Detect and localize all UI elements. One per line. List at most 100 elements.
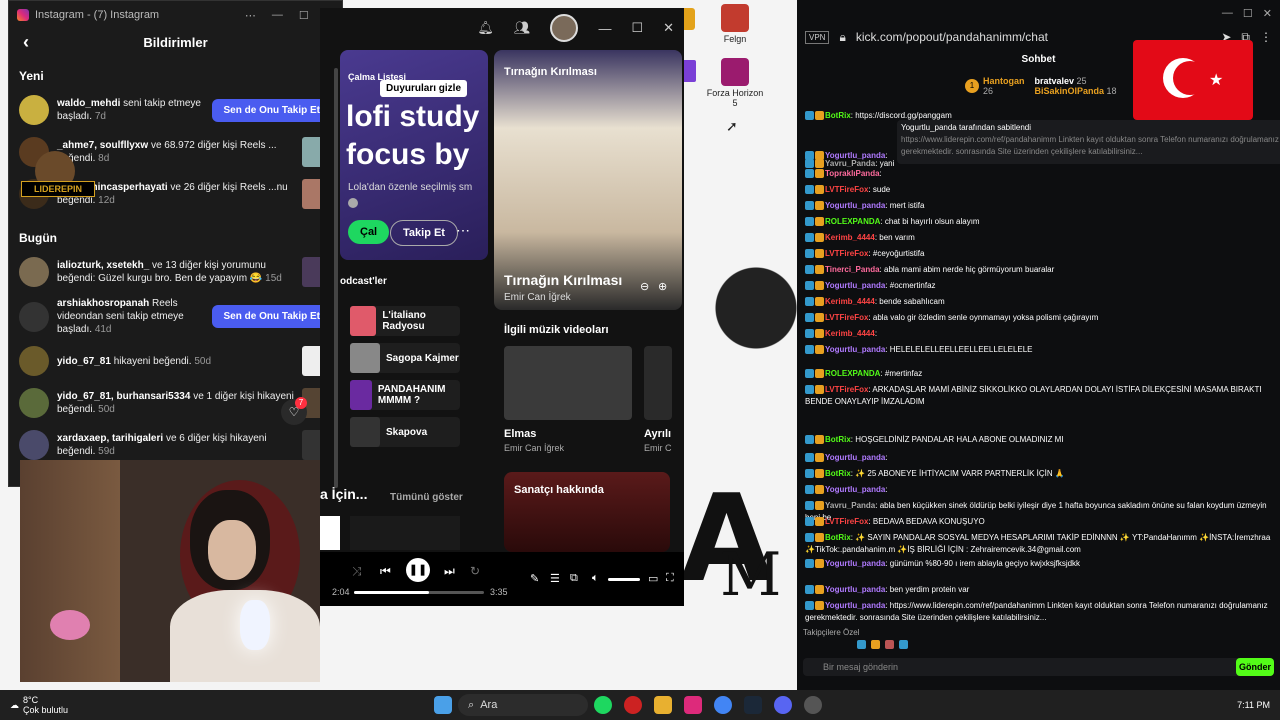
chat-message[interactable]: BotRix: HOŞGELDİNİZ PANDALAR HALA ABONE … xyxy=(805,434,1274,446)
chat-message[interactable]: Kerimb_4444: ben varım xyxy=(805,232,1274,244)
chat-message[interactable]: LVTFireFox: BEDAVA BEDAVA KONUŞUYO xyxy=(805,516,1274,528)
chat-username[interactable]: BotRix xyxy=(825,533,851,542)
chat-username[interactable]: Tinerci_Panda xyxy=(825,265,880,274)
chat-message[interactable]: LVTFireFox: ARKADAŞLAR MAMİ ABİNİZ SİKKO… xyxy=(805,384,1274,408)
progress-bar[interactable] xyxy=(354,591,484,594)
close-icon[interactable]: ✕ xyxy=(663,20,674,36)
chat-username[interactable]: BotRix xyxy=(825,111,851,120)
emote-icon[interactable] xyxy=(857,640,866,649)
notification-item[interactable]: waldo_mehdi seni takip etmeye başladı. 7… xyxy=(9,89,342,131)
desktop-icon-forza[interactable]: Forza Horizon 5 xyxy=(705,58,765,108)
volume-icon[interactable]: 🔈︎ xyxy=(592,572,599,585)
chat-username[interactable]: ROLEXPANDA xyxy=(825,369,880,378)
chat-message[interactable]: Kerimb_4444: bende sabahlıcam xyxy=(805,296,1274,308)
chat-username[interactable]: Yogurtlu_panda xyxy=(825,281,885,290)
follow-back-button[interactable]: Sen de Onu Takip Et xyxy=(211,305,332,328)
chat-message[interactable]: Yogurtlu_panda: xyxy=(805,484,1274,496)
chat-message[interactable]: Kerimb_4444: xyxy=(805,328,1274,340)
notification-item[interactable]: yido_67_81 hikayeni beğendi. 50d xyxy=(9,340,342,382)
chat-message[interactable]: BotRix: ✨ SAYIN PANDALAR SOSYAL MEDYA HE… xyxy=(805,532,1274,556)
send-button[interactable]: Gönder xyxy=(1236,658,1274,676)
chat-message[interactable]: Tinerci_Panda: abla mami abim nerde hiç … xyxy=(805,264,1274,276)
video-thumbnail[interactable] xyxy=(644,346,672,420)
video-thumbnail[interactable] xyxy=(504,346,632,420)
artist-name[interactable]: Emir Can İğrek xyxy=(504,292,571,303)
chat-username[interactable]: LVTFireFox xyxy=(825,385,868,394)
chat-username[interactable]: Yogurtlu_panda xyxy=(825,559,885,568)
remove-icon[interactable]: ⊖ xyxy=(640,280,649,293)
devices-icon[interactable]: ⧉ xyxy=(570,572,578,585)
shuffle-icon[interactable]: ⤨ xyxy=(352,564,362,579)
now-playing-card[interactable]: Tırnağın Kırılması Tırnağın Kırılması Em… xyxy=(494,50,682,310)
notification-item[interactable]: arshiakhosropanah Reels videondan seni t… xyxy=(9,293,342,340)
video-artist[interactable]: Emir C xyxy=(644,443,672,453)
maximize-icon[interactable]: ☐ xyxy=(1243,7,1253,20)
chat-message[interactable]: Yogurtlu_panda: #ocmertinfaz xyxy=(805,280,1274,292)
podcast-item[interactable]: Sagopa Kajmer xyxy=(350,343,460,373)
about-artist-card[interactable]: Sanatçı hakkında xyxy=(504,472,670,552)
chat-message[interactable]: LVTFireFox: sude xyxy=(805,184,1274,196)
repeat-icon[interactable]: ↻ xyxy=(470,564,480,578)
notification-item[interactable]: ialiozturk, xsetekh_ ve 13 diğer kişi yo… xyxy=(9,251,342,293)
activity-heart-icon[interactable]: ♡ 7 xyxy=(281,397,307,425)
show-all-link[interactable]: Tümünü göster xyxy=(390,492,463,503)
spotify-icon[interactable] xyxy=(594,696,613,714)
chat-username[interactable]: LVTFireFox xyxy=(825,249,868,258)
chat-username[interactable]: Kerimb_4444 xyxy=(825,233,875,242)
chat-username[interactable]: TopraklıPanda xyxy=(825,169,880,178)
chat-username[interactable]: Yogurtlu_panda xyxy=(825,601,885,610)
next-icon[interactable]: ⏭︎ xyxy=(444,564,455,579)
lyrics-icon[interactable]: ✎ xyxy=(530,572,539,585)
chat-message[interactable]: ROLEXPANDA: chat bi hayırlı olsun alayım xyxy=(805,216,1274,228)
chat-username[interactable]: Yogurtlu_panda xyxy=(825,585,885,594)
folder-icon[interactable] xyxy=(654,696,673,714)
follow-button[interactable]: Takip Et xyxy=(390,220,458,246)
chat-message[interactable]: Yogurtlu_panda: ben yerdim protein var xyxy=(805,584,1274,596)
podcast-item[interactable]: L'italiano Radyosu xyxy=(350,306,460,336)
app-icon-partial[interactable] xyxy=(682,60,696,82)
instagram-icon[interactable] xyxy=(684,696,703,714)
avatar[interactable] xyxy=(19,257,49,287)
chat-username[interactable]: Kerimb_4444 xyxy=(825,297,875,306)
add-icon[interactable]: ⊕ xyxy=(658,280,667,293)
play-button[interactable]: Çal xyxy=(348,220,390,244)
discord-icon[interactable] xyxy=(774,696,793,714)
chat-message[interactable]: Yogurtlu_panda: xyxy=(805,452,1274,464)
profile-avatar[interactable] xyxy=(550,14,579,42)
chat-input[interactable]: Bir mesaj gönderin xyxy=(803,658,1253,676)
playlist-card[interactable]: Çalma Listesi Duyuruları gizle lofi stud… xyxy=(340,50,488,260)
follow-back-button[interactable]: Sen de Onu Takip Et xyxy=(211,98,332,122)
miniplayer-icon[interactable]: ▭ xyxy=(648,572,658,585)
chat-message[interactable]: Yogurtlu_panda: https://www.liderepin.co… xyxy=(805,600,1274,624)
chat-username[interactable]: LVTFireFox xyxy=(825,185,868,194)
previous-icon[interactable]: ⏮︎ xyxy=(380,564,391,579)
chat-username[interactable]: Kerimb_4444 xyxy=(825,329,875,338)
podcast-item[interactable]: Skapova xyxy=(350,417,460,447)
chat-message[interactable]: Yogurtlu_panda: HELELELELLEELLEELLEELLEL… xyxy=(805,344,1274,356)
video-title[interactable]: Ayrılı xyxy=(644,428,671,440)
chat-username[interactable]: Yogurtlu_panda xyxy=(825,453,885,462)
emote-icon[interactable] xyxy=(899,640,908,649)
chat-username[interactable]: Yogurtlu_panda xyxy=(825,201,885,210)
podcast-item[interactable]: PANDAHANIM MMMM ? xyxy=(350,380,460,410)
maximize-icon[interactable]: ☐ xyxy=(299,9,309,22)
chrome-icon[interactable] xyxy=(714,696,733,714)
minimize-icon[interactable]: — xyxy=(1222,7,1233,19)
friends-icon[interactable]: 👥︎ xyxy=(514,20,531,36)
start-icon[interactable] xyxy=(434,696,453,714)
vpn-badge[interactable]: VPN xyxy=(805,30,830,44)
weather-widget[interactable]: ☁︎ 8°C Çok bulutlu xyxy=(10,695,68,715)
recommendation-cover[interactable] xyxy=(350,516,460,550)
chat-message[interactable]: Yogurtlu_panda: günümün %80-90 ı irem ab… xyxy=(805,558,1274,570)
clock[interactable]: 7:11 PM xyxy=(1237,700,1270,710)
avatar[interactable] xyxy=(19,388,49,418)
chat-username[interactable]: LVTFireFox xyxy=(825,517,868,526)
search-bar[interactable]: ⌕ Ara xyxy=(458,694,589,716)
video-artist[interactable]: Emir Can İğrek xyxy=(504,443,564,453)
chat-username[interactable]: Yavru_Panda xyxy=(825,501,875,510)
emote-icon[interactable] xyxy=(885,640,894,649)
avatar[interactable] xyxy=(19,301,49,332)
chat-message[interactable]: LVTFireFox: abla valo gir özledim senle … xyxy=(805,312,1274,324)
back-arrow-icon[interactable]: ‹ xyxy=(23,32,29,53)
avatar[interactable] xyxy=(19,95,49,125)
